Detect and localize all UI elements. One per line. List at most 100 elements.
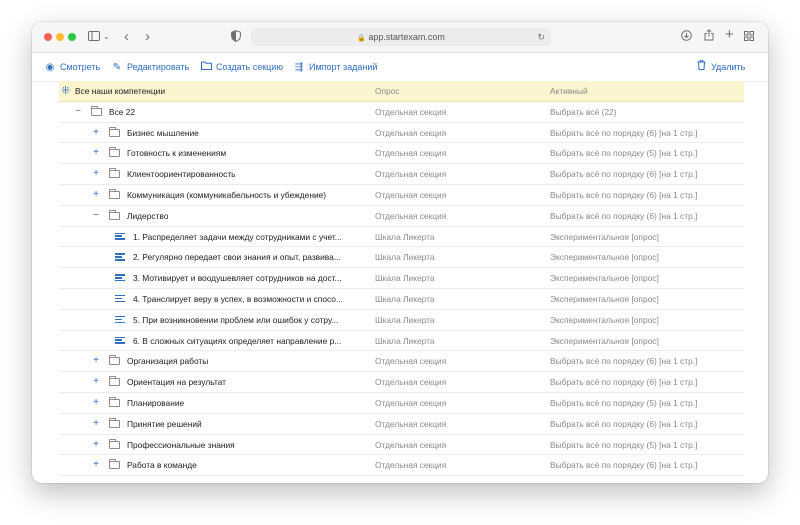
row-type: Отдельная секция xyxy=(375,397,447,408)
edit-label: Редактировать xyxy=(127,62,190,72)
section-name: Бизнес мышление xyxy=(127,127,199,138)
row-type: Шкала Ликерта xyxy=(375,273,435,284)
row-active-mode: Выбрать всё по порядку (5) [на 1 стр.] xyxy=(550,148,698,159)
folder-icon xyxy=(109,438,120,449)
folder-icon xyxy=(91,105,102,116)
tab-overview-icon[interactable] xyxy=(744,29,754,45)
expand-toggle[interactable]: + xyxy=(91,372,101,392)
zoom-window-button[interactable] xyxy=(68,33,76,41)
question-text: 3. Мотивирует и воодушевляет сотрудников… xyxy=(133,273,342,284)
row-active-mode: Выбрать всё (22) xyxy=(550,106,617,117)
back-icon[interactable]: ‹ xyxy=(124,29,129,45)
question-row[interactable]: 4. Транслирует веру в успех, в возможнос… xyxy=(59,289,744,310)
close-window-button[interactable] xyxy=(44,33,52,41)
folder-icon xyxy=(109,396,120,407)
question-text: 6. В сложных ситуациях определяет направ… xyxy=(133,335,342,346)
section-row[interactable]: + Готовность к изменениям Отдельная секция… xyxy=(59,143,744,165)
folder-icon xyxy=(109,188,120,199)
expand-toggle[interactable]: + xyxy=(91,164,101,184)
row-type: Отдельная секция xyxy=(375,106,447,117)
question-text: 4. Транслирует веру в успех, в возможнос… xyxy=(133,293,343,304)
import-label: Импорт заданий xyxy=(309,62,378,72)
download-icon[interactable] xyxy=(681,29,692,45)
row-active-mode: Экспериментальное [опрос] xyxy=(550,293,659,304)
minimize-window-button[interactable] xyxy=(56,33,64,41)
view-label: Смотреть xyxy=(60,62,101,72)
row-active-mode: Выбрать всё по порядку (5) [на 1 стр.] xyxy=(550,439,698,450)
shield-icon[interactable] xyxy=(231,30,241,46)
folder-icon xyxy=(109,147,120,158)
folder-icon xyxy=(200,54,212,82)
loading-icon: ⁜ xyxy=(61,85,71,97)
expand-toggle[interactable]: + xyxy=(91,393,101,413)
app-toolbar: ◉ Смотреть ✎ Редактировать Создать секцию … xyxy=(32,53,768,82)
edit-button[interactable]: ✎ Редактировать xyxy=(111,53,189,81)
section-row[interactable]: + Коммуникация (коммуникабельность и убеж… xyxy=(59,185,744,206)
question-list-icon xyxy=(115,274,125,283)
row-type: Шкала Ликерта xyxy=(375,252,435,263)
question-row[interactable]: 2. Регулярно передает свои знания и опыт… xyxy=(59,247,744,269)
expand-toggle[interactable]: + xyxy=(91,123,101,143)
row-active-mode: Выбрать всё по порядку (6) [на 1 стр.] xyxy=(550,169,698,180)
expand-toggle[interactable]: + xyxy=(91,185,101,205)
question-list-icon xyxy=(115,294,125,304)
import-tasks-button[interactable]: ⇶ Импорт заданий xyxy=(293,53,378,81)
import-icon: ⇶ xyxy=(294,62,304,73)
column-header-type: Опрос xyxy=(375,86,400,96)
question-list-icon xyxy=(115,253,125,262)
question-row[interactable]: 1. Распределяет задачи между сотрудникам… xyxy=(59,227,744,248)
collapse-toggle[interactable]: − xyxy=(73,102,83,122)
section-row[interactable]: + Профессиональные знания Отдельная секция… xyxy=(59,435,744,456)
expand-toggle[interactable]: + xyxy=(91,455,101,475)
create-section-button[interactable]: Создать секцию xyxy=(200,53,283,81)
section-row[interactable]: + Планирование Отдельная секция Выбрать всё… xyxy=(59,393,744,414)
section-row[interactable]: − Все 22 Отдельная секция Выбрать всё (22) xyxy=(59,102,744,123)
chevron-down-icon[interactable]: ⌄ xyxy=(103,29,110,45)
section-row[interactable]: + Ориентация на результат Отдельная секция… xyxy=(59,372,744,393)
tree-header-row[interactable]: ⁜ Все наши компетенции Опрос Активный xyxy=(59,81,744,102)
expand-toggle[interactable]: + xyxy=(91,143,101,163)
folder-icon xyxy=(109,168,120,179)
question-row[interactable]: 6. В сложных ситуациях определяет направ… xyxy=(59,331,744,352)
row-type: Отдельная секция xyxy=(375,377,447,388)
row-type: Отдельная секция xyxy=(375,169,447,180)
row-active-mode: Выбрать всё по порядку (6) [на 1 стр.] xyxy=(550,377,698,388)
root-section-name: Все наши компетенции xyxy=(75,86,166,96)
row-type: Шкала Ликерта xyxy=(375,293,435,304)
row-type: Отдельная секция xyxy=(375,460,447,471)
section-name: Организация работы xyxy=(127,356,209,367)
expand-toggle[interactable]: + xyxy=(91,351,101,371)
section-row[interactable]: − Лидерство Отдельная секция Выбрать всё по… xyxy=(59,206,744,227)
section-row[interactable]: + Работа в команде Отдельная секция Выбрать… xyxy=(59,455,744,477)
view-button[interactable]: ◉ Смотреть xyxy=(44,53,101,81)
folder-icon xyxy=(109,417,120,428)
share-icon[interactable] xyxy=(704,29,714,45)
row-type: Отдельная секция xyxy=(375,210,447,221)
expand-toggle[interactable]: + xyxy=(91,435,101,455)
reload-icon[interactable]: ↻ xyxy=(537,28,545,46)
section-name: Клиентоориентированность xyxy=(127,169,236,180)
section-name: Планирование xyxy=(127,397,185,408)
address-bar[interactable]: 🔒 app.startexam.com ↻ xyxy=(251,28,551,46)
row-active-mode: Выбрать всё по порядку (5) [на 1 стр.] xyxy=(550,397,698,408)
row-active-mode: Экспериментальное [опрос] xyxy=(550,252,659,263)
section-row[interactable]: + Бизнес мышление Отдельная секция Выбрать … xyxy=(59,123,744,144)
question-row[interactable]: 5. При возникновении проблем или ошибок … xyxy=(59,310,744,331)
question-list-icon xyxy=(115,336,125,346)
lock-icon: 🔒 xyxy=(357,35,366,42)
section-row[interactable]: + Принятие решений Отдельная секция Выбрать… xyxy=(59,414,744,435)
question-list-icon xyxy=(115,232,125,242)
row-active-mode: Выбрать всё по порядку (6) [на 1 стр.] xyxy=(550,356,698,367)
row-active-mode: Выбрать всё по порядку (6) [на 1 стр.] xyxy=(550,418,698,429)
section-row[interactable]: + Клиентоориентированность Отдельная секци… xyxy=(59,164,744,185)
question-row[interactable]: 3. Мотивирует и воодушевляет сотрудников… xyxy=(59,268,744,289)
expand-toggle[interactable]: + xyxy=(91,414,101,434)
eye-icon: ◉ xyxy=(45,62,55,73)
delete-button[interactable]: Удалить xyxy=(695,53,745,81)
sidebar-toggle-icon[interactable] xyxy=(88,29,100,45)
new-tab-icon[interactable]: + xyxy=(725,27,734,43)
forward-icon[interactable]: › xyxy=(145,29,150,45)
row-type: Отдельная секция xyxy=(375,127,447,138)
collapse-toggle[interactable]: − xyxy=(91,206,101,226)
section-row[interactable]: + Организация работы Отдельная секция Выбра… xyxy=(59,351,744,373)
